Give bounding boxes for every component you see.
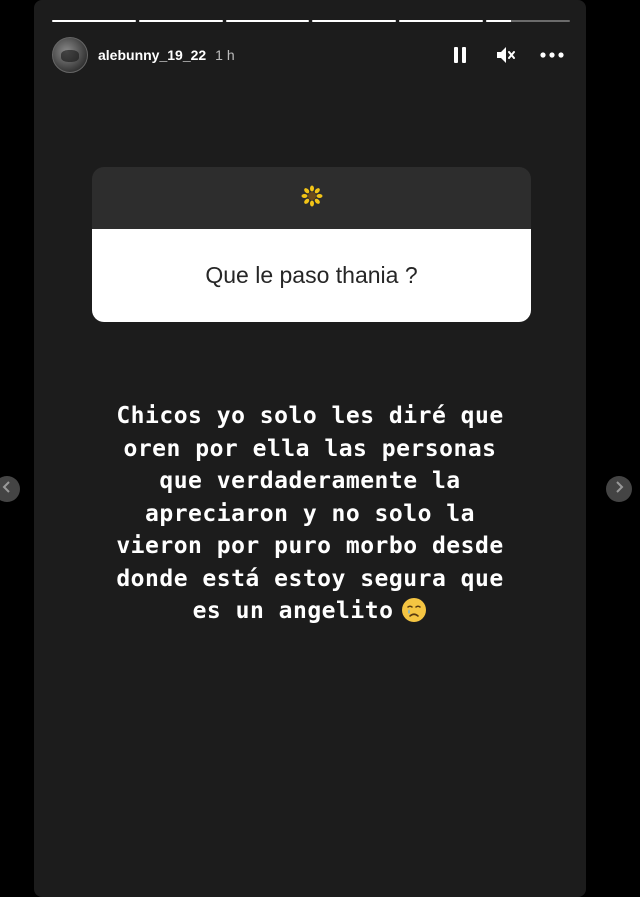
- previous-story-button[interactable]: [0, 476, 20, 502]
- progress-segment-fill: [225, 20, 310, 22]
- story-caption: Chicos yo solo les diré que oren por ell…: [48, 400, 572, 628]
- pause-icon[interactable]: [448, 43, 472, 67]
- question-sticker[interactable]: Que le paso thania ?: [92, 167, 531, 322]
- story-header: alebunny_19_22 1 h: [52, 36, 570, 74]
- question-sticker-body: Que le paso thania ?: [92, 229, 531, 322]
- progress-segment-fill: [52, 20, 136, 22]
- progress-segment-fill: [399, 20, 484, 22]
- story-controls: [448, 43, 570, 67]
- progress-segment: [399, 20, 484, 22]
- more-options-icon[interactable]: [540, 43, 564, 67]
- progress-segment: [225, 20, 310, 22]
- chevron-left-icon: [2, 480, 12, 498]
- username-link[interactable]: alebunny_19_22: [98, 47, 206, 63]
- caption-line: que verdaderamente la: [159, 468, 461, 494]
- progress-segment: [52, 20, 136, 22]
- progress-segment-fill: [486, 20, 512, 22]
- sunflower-icon: [301, 185, 323, 212]
- progress-segment-fill: [138, 20, 223, 22]
- progress-segment-fill: [312, 20, 397, 22]
- crying-face-emoji: [401, 597, 427, 623]
- progress-segment: [312, 20, 397, 22]
- caption-line: es un angelito: [192, 598, 394, 624]
- story-viewer[interactable]: alebunny_19_22 1 h Que le paso thania ? …: [34, 0, 586, 897]
- next-story-button[interactable]: [606, 476, 632, 502]
- story-progress-bar: [52, 20, 570, 23]
- caption-line: oren por ella las personas: [123, 435, 497, 462]
- progress-segment: [138, 20, 223, 22]
- question-text: Que le paso thania ?: [205, 262, 418, 288]
- caption-line: Chicos yo solo les diré que: [116, 403, 504, 429]
- post-time: 1 h: [215, 47, 235, 63]
- speaker-muted-icon[interactable]: [494, 43, 518, 67]
- caption-line: apreciaron y no solo la: [145, 500, 475, 527]
- question-sticker-header: [92, 167, 531, 229]
- progress-segment: [486, 20, 570, 22]
- chevron-right-icon: [614, 480, 624, 498]
- caption-line: donde está estoy segura que: [116, 565, 504, 592]
- caption-line-last: es un angelito: [48, 595, 572, 628]
- profile-avatar[interactable]: [52, 37, 88, 73]
- caption-line: vieron por puro morbo desde: [116, 533, 504, 559]
